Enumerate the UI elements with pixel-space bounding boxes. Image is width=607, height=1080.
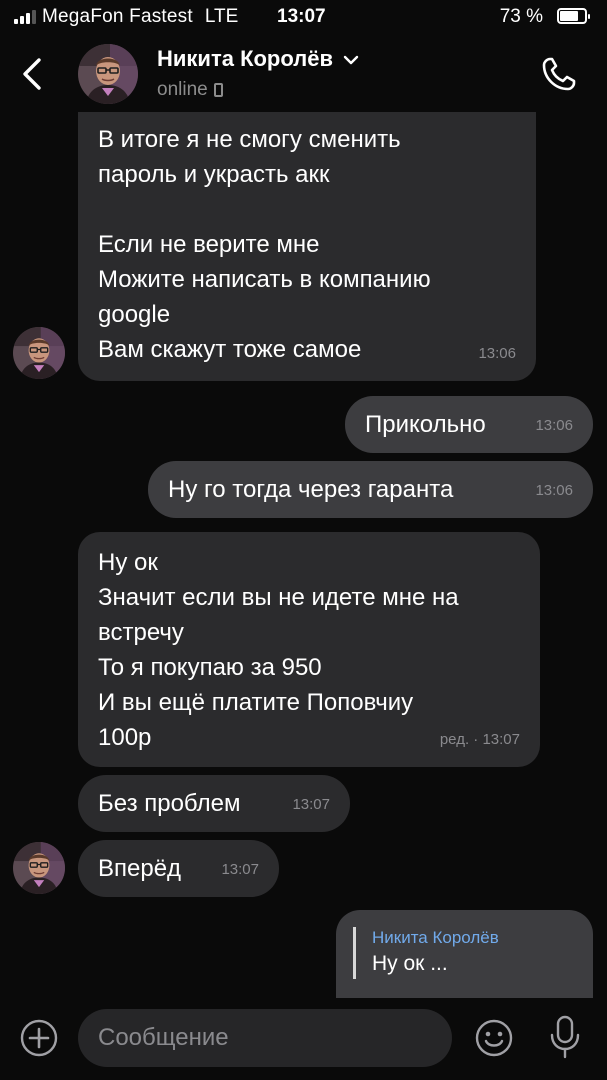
message-composer: Сообщение: [0, 998, 607, 1080]
message-text-line: пароль и украсть акк: [98, 161, 330, 188]
message-bubble-outgoing[interactable]: Прикольно 13:06: [345, 396, 593, 453]
message-time: 13:07: [221, 861, 259, 878]
presence-text: online: [157, 79, 208, 100]
phone-icon[interactable]: [539, 54, 579, 94]
message-text-line: Значит если вы не идете мне на: [98, 584, 459, 611]
contact-name-button[interactable]: Никита Королёв: [157, 46, 359, 72]
status-left: MegaFon Fastest LTE: [14, 6, 238, 28]
sender-avatar[interactable]: [13, 327, 65, 379]
status-bar: MegaFon Fastest LTE 13:07 73 %: [0, 0, 607, 36]
plus-circle-icon[interactable]: [19, 1018, 59, 1058]
chat-header: Никита Королёв online: [0, 36, 607, 112]
message-text-line: встречу: [98, 619, 184, 646]
message-text-line: Ну го тогда через гаранта: [168, 476, 454, 503]
sender-avatar[interactable]: [13, 842, 65, 894]
message-list[interactable]: В итоге я не смогу сменить пароль и укра…: [0, 112, 607, 998]
message-text-line: Если не верите мне: [98, 231, 320, 258]
reply-quote[interactable]: Никита Королёв Ну ок ...: [353, 927, 499, 979]
message-text-line: То я покупаю за 950: [98, 654, 322, 681]
message-bubble-incoming[interactable]: Ну ок Значит если вы не идете мне на вст…: [78, 532, 540, 767]
message-text-line: Вам скажут тоже самое: [98, 336, 362, 363]
signal-icon: [14, 10, 36, 24]
microphone-icon[interactable]: [548, 1014, 582, 1060]
reply-author: Никита Королёв: [372, 928, 499, 947]
contact-avatar[interactable]: [78, 44, 138, 104]
message-bubble-outgoing[interactable]: Ну го тогда через гаранта 13:06: [148, 461, 593, 518]
reply-text: Ну ок ...: [372, 952, 448, 975]
message-time: 13:06: [478, 345, 516, 362]
presence-status: online: [157, 79, 223, 101]
message-time: 13:06: [535, 417, 573, 434]
status-clock: 13:07: [277, 6, 326, 27]
battery-icon: [557, 8, 590, 24]
message-input-placeholder: Сообщение: [98, 1024, 229, 1051]
message-text-line: Можите написать в компанию: [98, 266, 431, 293]
message-text-line: И вы ещё платите Поповчиу: [98, 689, 414, 716]
message-bubble-incoming[interactable]: В итоге я не смогу сменить пароль и укра…: [78, 112, 536, 381]
message-text-line: В итоге я не смогу сменить: [98, 126, 401, 153]
message-bubble-outgoing[interactable]: Никита Королёв Ну ок ...: [336, 910, 593, 998]
message-bubble-incoming[interactable]: Без проблем 13:07: [78, 775, 350, 832]
smile-icon[interactable]: [474, 1018, 514, 1058]
message-text-line: google: [98, 301, 171, 328]
chevron-left-icon[interactable]: [18, 56, 48, 92]
battery-percent: 73 %: [499, 6, 543, 27]
chevron-down-icon: [343, 55, 359, 65]
mobile-device-icon: [213, 83, 223, 97]
contact-name: Никита Королёв: [157, 46, 333, 71]
message-text-line: [98, 192, 516, 227]
message-time-edited: ред. · 13:07: [439, 731, 520, 748]
carrier-name: MegaFon Fastest: [42, 6, 193, 27]
message-time: 13:06: [535, 482, 573, 499]
message-bubble-incoming[interactable]: Вперёд 13:07: [78, 840, 279, 897]
network-type: LTE: [204, 6, 239, 27]
message-input[interactable]: Сообщение: [78, 1009, 452, 1067]
message-time: 13:07: [292, 796, 330, 813]
message-text-line: Ну ок: [98, 549, 158, 576]
